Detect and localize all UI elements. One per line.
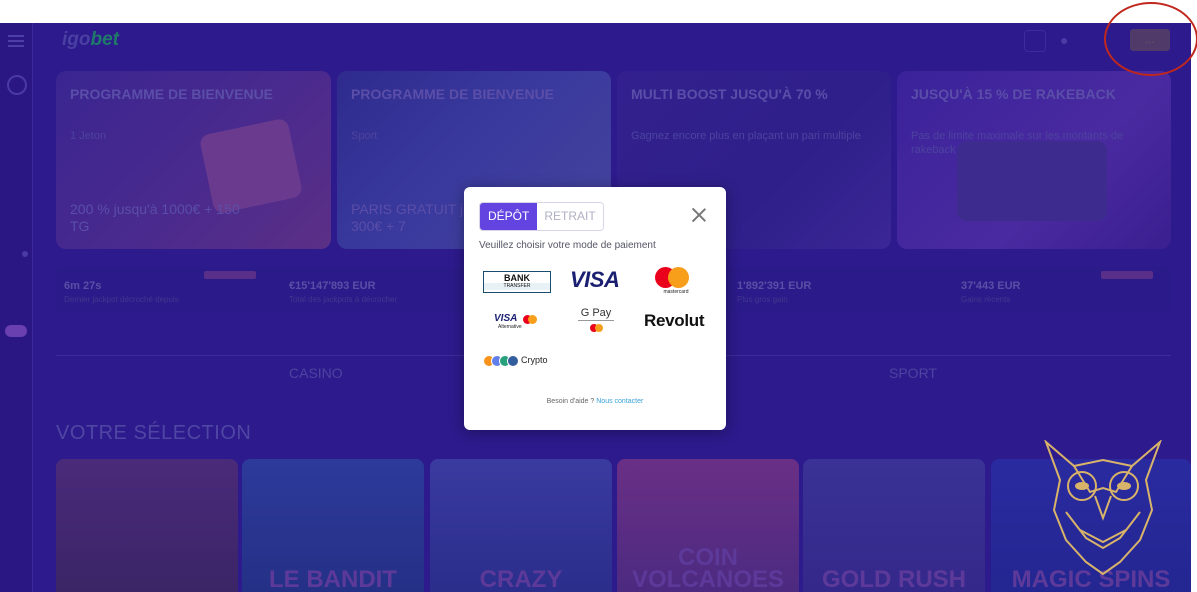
mastercard-label: mastercard <box>663 289 689 295</box>
banner-title: JUSQU'À 15 % DE RAKEBACK <box>911 86 1116 102</box>
stat-tag <box>1101 271 1153 279</box>
banner-subtitle: Sport <box>351 130 378 142</box>
game-card[interactable]: GOLD RUSH <box>803 459 985 592</box>
stat-value: 37'443 EUR <box>961 280 1021 292</box>
banner-title: PROGRAMME DE BIENVENUE <box>70 86 274 102</box>
stat-item: €15'147'893 EUR Total des jackpots à déc… <box>281 267 491 313</box>
stat-label: Total des jackpots à décrocher <box>289 295 398 304</box>
revolut-option[interactable]: Revolut <box>644 311 705 331</box>
stat-label: Plus gros gain <box>737 295 788 304</box>
mastercard-option[interactable]: mastercard <box>654 267 698 297</box>
section-title: VOTRE SÉLECTION <box>56 422 252 444</box>
sidebar-dot-icon <box>22 251 28 257</box>
litecoin-icon <box>507 355 519 367</box>
gpay-divider <box>578 320 614 321</box>
game-title: COIN VOLCANOES <box>631 544 784 592</box>
bank-label: BANK <box>504 273 530 283</box>
promo-banner-welcome-casino[interactable]: PROGRAMME DE BIENVENUE 1 Jeton 200 % jus… <box>56 71 331 249</box>
visa-alt-label: VISA <box>494 313 518 324</box>
tab-deposit[interactable]: DÉPÔT <box>480 203 538 230</box>
tab-casino[interactable]: CASINO <box>289 365 343 381</box>
top-white-strip <box>0 0 1197 23</box>
help-text: Besoin d'aide ? <box>546 398 595 405</box>
game-title: CRAZY <box>479 566 563 592</box>
banner-subtitle: Pas de limite maximale sur les montants … <box>911 130 1124 156</box>
game-title: LE BANDIT <box>269 566 397 592</box>
mc-orange-dot <box>595 324 603 332</box>
stat-item: 37'443 EUR Gains récents <box>953 267 1163 313</box>
site-logo[interactable]: igobet <box>62 29 119 51</box>
sidebar-badge[interactable] <box>5 325 27 337</box>
close-icon[interactable] <box>691 207 707 223</box>
stat-value: €15'147'893 EUR <box>289 280 376 292</box>
mastercard-orange-circle <box>668 267 689 288</box>
stat-label: Dernier jackpot décroché depuis <box>64 295 179 304</box>
game-card[interactable] <box>56 459 238 592</box>
crypto-label: Crypto <box>521 355 548 365</box>
visa-alt-sublabel: Alternative <box>498 324 522 330</box>
game-title: GOLD RUSH <box>822 566 966 592</box>
banner-offer: 200 % jusqu'à 1000€ + 150 TG <box>70 201 240 234</box>
mc-orange-dot <box>528 315 537 324</box>
stat-value: 1'892'391 EUR <box>737 280 812 292</box>
user-icon[interactable]: ● <box>1060 32 1076 48</box>
stat-label: Gains récents <box>961 295 1011 304</box>
tab-sport[interactable]: SPORT <box>889 365 937 381</box>
promo-banner-rakeback[interactable]: JUSQU'À 15 % DE RAKEBACK Pas de limite m… <box>897 71 1171 249</box>
contact-link[interactable]: Nous contacter <box>596 398 643 405</box>
game-card[interactable]: CRAZY <box>430 459 612 592</box>
help-line: Besoin d'aide ? Nous contacter <box>464 398 726 405</box>
stat-tag <box>204 271 256 279</box>
game-card[interactable]: COIN VOLCANOES <box>617 459 799 592</box>
sidebar-circle-icon[interactable] <box>7 75 27 95</box>
banner-subtitle: Gagnez encore plus en plaçant un pari mu… <box>631 130 861 142</box>
deposit-withdraw-toggle: DÉPÔT RETRAIT <box>479 202 604 231</box>
visa-alternative-option[interactable]: VISA Alternative <box>494 313 540 333</box>
gpay-label: G Pay <box>580 307 612 319</box>
stat-item: 1'892'391 EUR Plus gros gain <box>729 267 939 313</box>
sidebar <box>0 23 33 592</box>
red-annotation-circle <box>1104 2 1197 76</box>
game-card[interactable]: LE BANDIT <box>242 459 424 592</box>
transfer-label: TRANSFER <box>484 283 550 290</box>
payment-prompt: Veuillez choisir votre mode de paiement <box>479 240 656 251</box>
banner-title: PROGRAMME DE BIENVENUE <box>351 86 555 102</box>
stat-item: 6m 27s Dernier jackpot décroché depuis <box>56 267 266 313</box>
stat-value: 6m 27s <box>64 280 102 292</box>
payment-modal: DÉPÔT RETRAIT Veuillez choisir votre mod… <box>464 187 726 430</box>
banner-title: MULTI BOOST JUSQU'À 70 % <box>631 86 828 102</box>
visa-option[interactable]: VISA <box>570 267 620 293</box>
bank-transfer-option[interactable]: BANK TRANSFER <box>483 271 551 293</box>
owl-logo-watermark <box>1044 440 1162 576</box>
tab-withdraw[interactable]: RETRAIT <box>537 203 603 230</box>
google-pay-option[interactable]: G Pay <box>576 307 616 337</box>
header-square-icon[interactable] <box>1024 30 1046 52</box>
menu-icon[interactable] <box>8 35 24 47</box>
banner-subtitle: 1 Jeton <box>70 130 107 142</box>
